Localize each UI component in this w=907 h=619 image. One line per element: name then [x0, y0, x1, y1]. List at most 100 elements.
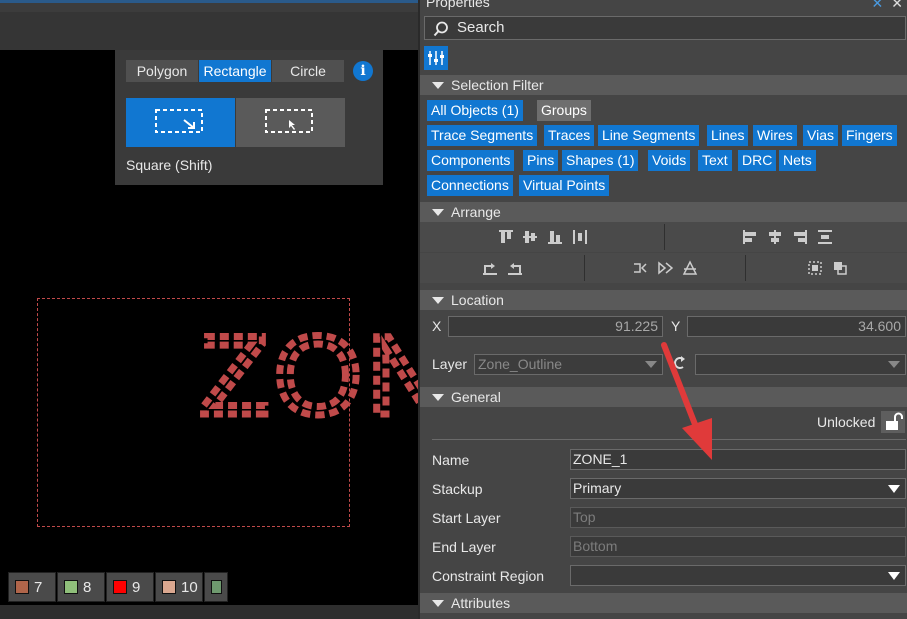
filter-traces[interactable]: Traces: [544, 125, 595, 146]
chevron-down-icon: [645, 361, 657, 368]
search-icon: [433, 21, 448, 37]
info-icon[interactable]: i: [353, 61, 373, 81]
ungroup-icon[interactable]: [832, 260, 848, 276]
y-label: Y: [671, 318, 681, 334]
color-swatch: [211, 580, 222, 594]
close-icon[interactable]: ✕: [891, 0, 903, 11]
layer-color-item[interactable]: [204, 572, 228, 602]
unlock-icon: [886, 412, 903, 430]
layer-color-item[interactable]: 10: [155, 572, 203, 602]
layer-color-item[interactable]: 8: [57, 572, 105, 602]
section-selection-filter[interactable]: Selection Filter: [420, 75, 907, 95]
filter-groups[interactable]: Groups: [537, 100, 591, 121]
search-input[interactable]: [457, 19, 897, 36]
name-label: Name: [432, 452, 470, 468]
rectangle-corner-mode-button[interactable]: [126, 98, 235, 147]
stackup-value: Primary: [573, 480, 622, 496]
layer-dropdown[interactable]: Zone_Outline: [474, 354, 663, 375]
filter-components[interactable]: Components: [427, 150, 515, 171]
secondary-layer-dropdown[interactable]: [695, 354, 906, 375]
design-canvas[interactable]: Polygon Rectangle Circle i Square (Shift…: [0, 0, 418, 619]
tab-rectangle[interactable]: Rectangle: [199, 60, 271, 82]
tab-polygon[interactable]: Polygon: [126, 60, 198, 82]
chevron-down-icon: [888, 572, 900, 580]
unlock-toggle-button[interactable]: [881, 411, 905, 433]
section-divider: [432, 439, 906, 440]
rectangle-center-mode-button[interactable]: [236, 98, 345, 147]
zone-text-label: ZONE: [200, 316, 418, 426]
align-left-icon[interactable]: [742, 229, 758, 245]
align-middle-icon[interactable]: [522, 229, 538, 245]
section-general[interactable]: General: [420, 387, 907, 407]
filter-voids[interactable]: Voids: [648, 150, 691, 171]
canvas-tool-strip: [0, 12, 418, 50]
distribute-vertical-icon[interactable]: [817, 229, 833, 245]
section-title: General: [451, 389, 501, 405]
layer-color-item[interactable]: 7: [8, 572, 56, 602]
zone-text-graphic[interactable]: ZONE: [196, 316, 419, 426]
mirror-vertical-icon[interactable]: [682, 260, 698, 276]
layer-number: 7: [34, 578, 43, 596]
y-coordinate-field[interactable]: 34.600: [687, 316, 906, 337]
name-field[interactable]: ZONE_1: [570, 449, 906, 470]
filter-shapes[interactable]: Shapes (1): [562, 150, 639, 171]
filter-all-objects[interactable]: All Objects (1): [427, 100, 523, 121]
mirror-icon[interactable]: [657, 260, 673, 276]
filter-line-segments[interactable]: Line Segments: [598, 125, 700, 146]
align-bottom-icon[interactable]: [547, 229, 563, 245]
distribute-horizontal-icon[interactable]: [572, 229, 588, 245]
group-icon[interactable]: [807, 260, 823, 276]
filter-virtual-points[interactable]: Virtual Points: [519, 175, 610, 196]
pin-icon[interactable]: ✕: [872, 0, 884, 11]
filter-connections[interactable]: Connections: [427, 175, 513, 196]
section-location[interactable]: Location: [420, 290, 907, 310]
arrange-separator: [584, 255, 585, 281]
chevron-down-icon: [888, 485, 900, 493]
align-right-icon[interactable]: [792, 229, 808, 245]
color-swatch: [15, 580, 29, 594]
panel-controls: ✕ ✕: [864, 0, 903, 12]
layer-label: Layer: [432, 356, 468, 372]
panel-title: Properties: [426, 0, 490, 10]
align-top-icon[interactable]: [498, 229, 514, 245]
section-arrange[interactable]: Arrange: [420, 202, 907, 222]
filter-settings-button[interactable]: [424, 46, 448, 70]
rotate-ccw-icon[interactable]: [482, 260, 498, 276]
rotate-cw-icon[interactable]: [507, 260, 523, 276]
filter-text[interactable]: Text: [698, 150, 732, 171]
color-swatch: [113, 580, 127, 594]
filter-lines[interactable]: Lines: [707, 125, 749, 146]
tab-circle[interactable]: Circle: [272, 60, 344, 82]
constraint-region-dropdown[interactable]: [570, 565, 906, 586]
align-center-icon[interactable]: [767, 229, 783, 245]
chevron-down-icon: [888, 361, 900, 368]
section-title: Arrange: [451, 204, 501, 220]
layer-number: 9: [132, 578, 141, 596]
canvas-status-strip: [0, 605, 418, 619]
filter-pins[interactable]: Pins: [523, 150, 559, 171]
properties-panel: Properties ✕✕ Selection Filter All Objec…: [418, 0, 907, 619]
filter-nets[interactable]: Nets: [779, 150, 816, 171]
end-layer-field: Bottom: [570, 536, 906, 557]
section-attributes[interactable]: Attributes: [420, 593, 907, 613]
start-layer-field: Top: [570, 507, 906, 528]
arrange-row-align: [420, 222, 907, 252]
filter-vias[interactable]: Vias: [803, 125, 838, 146]
section-title: Location: [451, 292, 504, 308]
filter-trace-segments[interactable]: Trace Segments: [427, 125, 538, 146]
x-coordinate-field[interactable]: 91.225: [448, 316, 663, 337]
layer-color-item[interactable]: 9: [106, 572, 154, 602]
flip-icon[interactable]: [632, 260, 648, 276]
section-title: Selection Filter: [451, 77, 544, 93]
filter-fingers[interactable]: Fingers: [842, 125, 897, 146]
filter-drc[interactable]: DRC: [738, 150, 777, 171]
color-swatch: [162, 580, 176, 594]
layer-number: 10: [181, 578, 198, 596]
search-box[interactable]: [424, 16, 906, 40]
collapse-caret-icon: [432, 600, 444, 607]
filter-wires[interactable]: Wires: [753, 125, 797, 146]
arrange-separator: [664, 224, 665, 250]
stackup-dropdown[interactable]: Primary: [570, 478, 906, 499]
arrange-separator: [745, 255, 746, 281]
swap-layers-icon[interactable]: [671, 354, 687, 374]
